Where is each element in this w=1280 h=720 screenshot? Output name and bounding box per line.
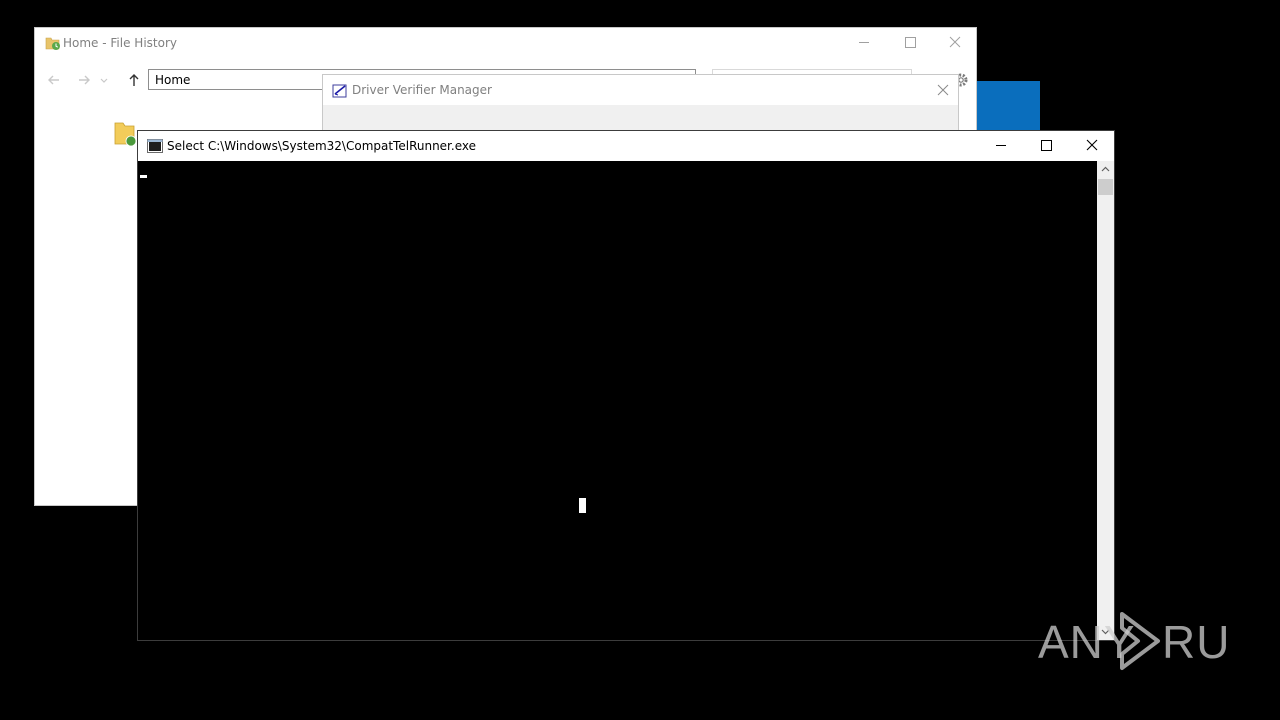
vertical-scrollbar[interactable]	[1097, 161, 1114, 640]
maximize-button[interactable]	[887, 28, 933, 58]
driver-verifier-titlebar[interactable]: Driver Verifier Manager	[323, 75, 958, 105]
driver-verifier-title: Driver Verifier Manager	[352, 83, 492, 97]
minimize-button[interactable]	[978, 131, 1024, 161]
close-icon	[1086, 139, 1098, 151]
file-history-titlebar[interactable]: Home - File History	[35, 28, 976, 58]
minimize-icon	[996, 145, 1006, 146]
scroll-up-arrow-icon[interactable]	[1097, 161, 1114, 178]
anyrun-watermark-logo: ANY RUN	[1038, 612, 1234, 670]
minimize-button[interactable]	[841, 28, 887, 58]
address-text: Home	[155, 73, 191, 87]
close-button[interactable]	[1069, 131, 1115, 161]
mouse-text-cursor	[579, 498, 586, 513]
close-icon[interactable]	[934, 81, 952, 99]
file-history-title: Home - File History	[63, 36, 177, 50]
console-window[interactable]: Select C:\Windows\System32\CompatTelRunn…	[137, 130, 1115, 641]
minimize-icon	[859, 42, 869, 43]
maximize-button[interactable]	[1023, 131, 1069, 161]
up-arrow-icon[interactable]	[125, 71, 143, 89]
console-app-icon	[147, 139, 163, 153]
blue-app-tile	[977, 81, 1040, 131]
file-history-app-icon	[45, 37, 60, 50]
maximize-icon	[1041, 140, 1052, 151]
svg-text:RUN: RUN	[1162, 616, 1234, 668]
close-button[interactable]	[932, 28, 978, 58]
forward-arrow-icon[interactable]	[75, 71, 93, 89]
close-icon	[949, 36, 961, 48]
driver-verifier-app-icon	[332, 84, 347, 98]
dropdown-chevron-icon[interactable]	[98, 71, 110, 89]
scrollbar-thumb[interactable]	[1098, 179, 1113, 195]
maximize-icon	[905, 37, 916, 48]
folder-icon	[114, 122, 136, 147]
back-arrow-icon[interactable]	[45, 71, 63, 89]
console-cursor	[140, 175, 147, 178]
console-title: Select C:\Windows\System32\CompatTelRunn…	[167, 139, 476, 153]
console-output-area[interactable]	[138, 161, 1097, 640]
console-titlebar[interactable]: Select C:\Windows\System32\CompatTelRunn…	[138, 131, 1114, 161]
